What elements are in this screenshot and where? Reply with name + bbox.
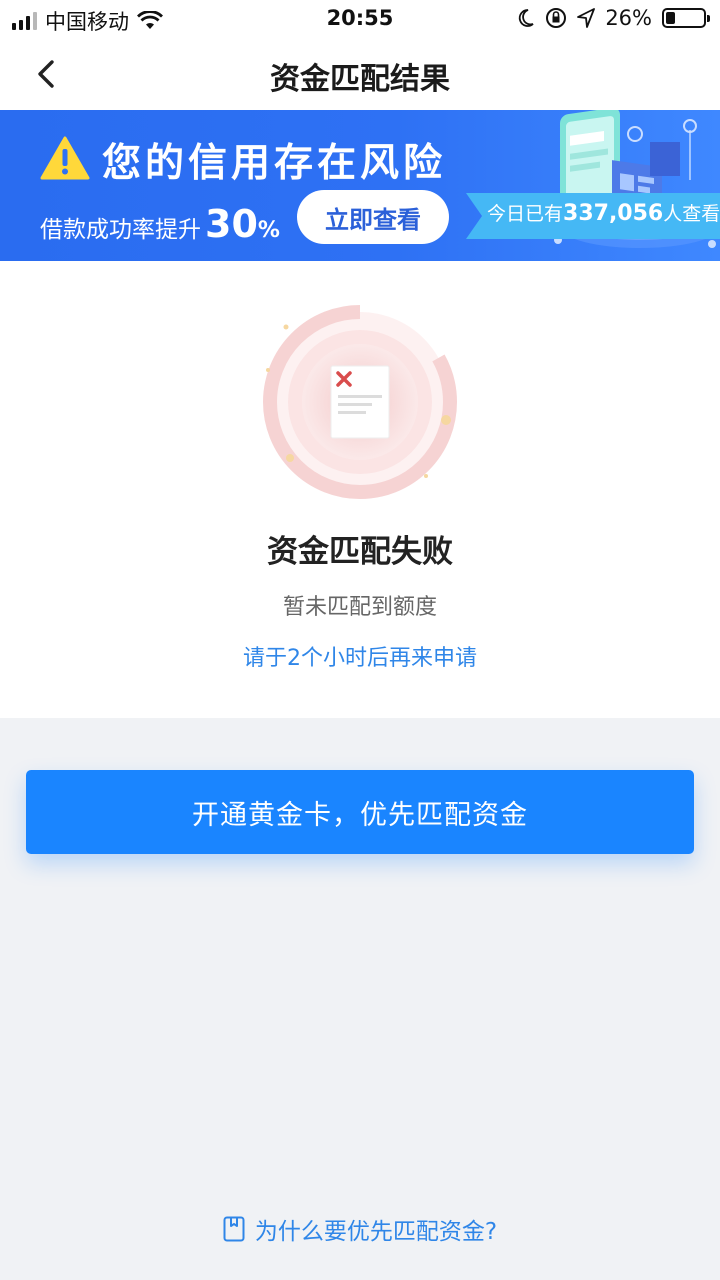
viewer-count: 今日已有 337,056 人查看	[487, 199, 720, 226]
banner-subtitle-text: 借款成功率提升	[40, 217, 201, 243]
viewer-count-number: 337,056	[563, 201, 664, 226]
bookmark-icon	[223, 1216, 245, 1242]
result-title: 资金匹配失败	[267, 534, 453, 570]
why-priority-link[interactable]: 为什么要优先匹配资金?	[0, 1212, 720, 1246]
location-arrow-icon	[577, 8, 596, 28]
result-subtitle: 暂未匹配到额度	[282, 595, 437, 620]
why-priority-label[interactable]: 为什么要优先匹配资金?	[255, 1212, 497, 1246]
banner-subtitle: 借款成功率提升 30 %	[40, 202, 280, 246]
moon-icon	[519, 9, 534, 27]
warning-icon	[40, 136, 90, 180]
nav-bar: 资金匹配结果	[0, 38, 720, 110]
rotation-lock-icon	[546, 8, 567, 28]
banner-subtitle-percent: %	[257, 218, 280, 243]
viewer-count-prefix: 今日已有	[487, 203, 564, 225]
battery-icon	[662, 8, 710, 28]
banner-subtitle-number: 30	[205, 202, 258, 246]
battery-percent: 26%	[605, 6, 652, 30]
viewer-count-suffix: 人查看	[663, 203, 720, 225]
failed-document-icon	[263, 305, 457, 500]
status-right: 26%	[517, 6, 710, 30]
view-now-button[interactable]: 立即查看	[297, 190, 449, 244]
status-bar: 中国移动 20:55 26%	[0, 0, 720, 38]
retry-hint: 请于2个小时后再来申请	[243, 646, 477, 671]
gold-card-button[interactable]: 开通黄金卡，优先匹配资金	[26, 770, 694, 854]
page-title: 资金匹配结果	[270, 62, 450, 97]
banner-title: 您的信用存在风险	[102, 141, 447, 186]
